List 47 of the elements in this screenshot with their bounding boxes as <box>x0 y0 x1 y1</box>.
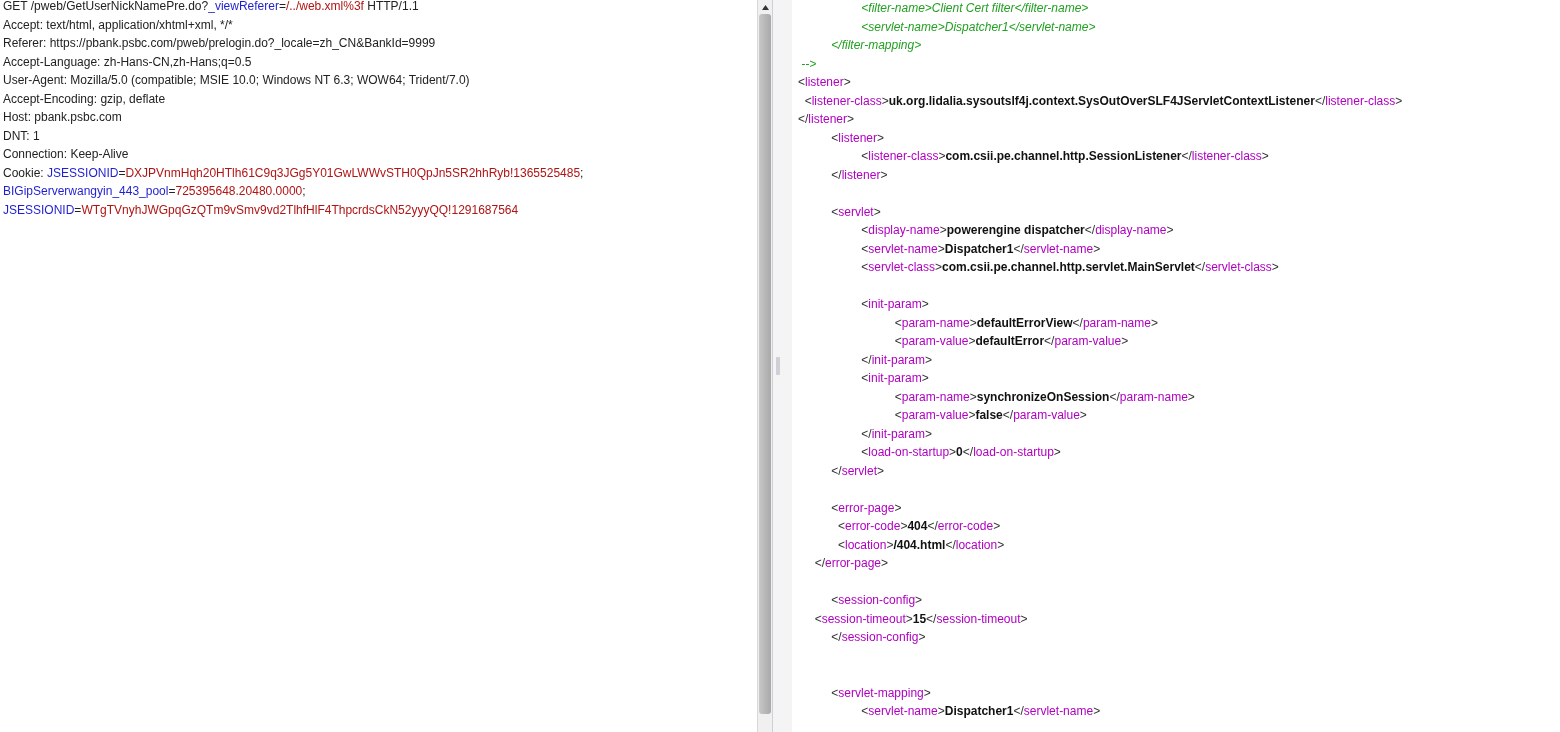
code-line: <servlet-name>Dispatcher1</servlet-name> <box>860 703 1102 720</box>
code-line: <servlet> <box>830 203 882 221</box>
code-line: <servlet-class>com.csii.pe.channel.http.servlet.MainServlet</servlet-class> <box>860 259 1280 276</box>
code-line: </init-param> <box>860 351 934 369</box>
scroll-up-icon[interactable] <box>761 5 769 10</box>
code-line: </listener> <box>798 111 856 128</box>
code-line: <listener-class>uk.org.lidalia.sysoutslf4j.context.SysOutOverSLF4JServletContextListener</listener-class> <box>803 92 1404 110</box>
code-line: </listener> <box>830 166 889 184</box>
code-line: <listener> <box>798 74 852 91</box>
code-line: <init-param> <box>860 370 930 387</box>
code-line: <session-config> <box>830 592 924 609</box>
code-line: <load-on-startup>0</load-on-startup> <box>860 444 1062 461</box>
code-line: </init-param> <box>860 425 934 443</box>
code-line: <init-param> <box>860 296 930 313</box>
code-line: </session-config> <box>830 629 927 646</box>
code-line: <servlet-name>Dispatcher1</servlet-name> <box>860 240 1102 258</box>
code-line: <param-name>synchronizeOnSession</param-name> <box>893 388 1196 406</box>
code-line: <listener-class>com.csii.pe.channel.http.SessionListener</listener-class> <box>860 148 1270 165</box>
code-line: Referer: https://pbank.psbc.com/pweb/prelogin.do?_locale=zh_CN&BankId=9999 <box>3 35 437 52</box>
code-line: </servlet> <box>830 462 886 480</box>
code-line: User-Agent: Mozilla/5.0 (compatible; MSIE 10.0; Windows NT 6.3; WOW64; Trident/7.0) <box>3 72 471 89</box>
code-line: </filter-mapping> <box>830 37 923 54</box>
code-line: Accept-Encoding: gzip, deflate <box>3 90 167 108</box>
code-line: <param-value>false</param-value> <box>893 407 1088 424</box>
code-line: JSESSIONID=WTgTVnyhJWGpqGzQTm9vSmv9vd2TlhfHlF4ThpcrdsCkN52yyyQQ!1291687564 <box>3 201 520 219</box>
code-line: BIGipServerwangyin_443_pool=725395648.20480.0000; <box>3 183 307 200</box>
code-line: <session-timeout>15</session-timeout> <box>813 610 1029 628</box>
code-line: Cookie: JSESSIONID=DXJPVnmHqh20HTlh61C9q3JGg5Y01GwLWWvSTH0QpJn5SR2hhRyb!1365525485; <box>3 164 585 182</box>
code-line: GET /pweb/GetUserNickNamePre.do?_viewReferer=/../web.xml%3f HTTP/1.1 <box>3 0 420 15</box>
code-line: Host: pbank.psbc.com <box>3 109 123 126</box>
code-line: --> <box>800 55 818 73</box>
code-line: <error-code>404</error-code> <box>837 518 1002 535</box>
code-line: Connection: Keep-Alive <box>3 146 130 163</box>
code-line: Accept-Language: zh-Hans-CN,zh-Hans;q=0.5 <box>3 53 253 71</box>
splitter-grip-icon <box>776 357 780 375</box>
code-line: <servlet-name>Dispatcher1</servlet-name> <box>860 18 1097 36</box>
code-line: <param-value>defaultError</param-value> <box>893 333 1130 350</box>
code-line: <display-name>powerengine dispatcher</display-name> <box>860 222 1175 239</box>
code-line: Accept: text/html, application/xhtml+xml, */* <box>3 16 234 34</box>
code-line: DNT: 1 <box>3 127 41 145</box>
code-line: <servlet-mapping> <box>830 684 932 702</box>
code-line: <param-name>defaultErrorView</param-name> <box>893 314 1159 332</box>
code-line: <filter-name>Client Cert filter</filter-name> <box>860 0 1090 17</box>
code-line: <listener> <box>830 129 886 147</box>
code-line: </error-page> <box>813 555 890 572</box>
code-line: <error-page> <box>830 499 903 517</box>
code-line: <location>/404.html</location> <box>837 536 1006 554</box>
